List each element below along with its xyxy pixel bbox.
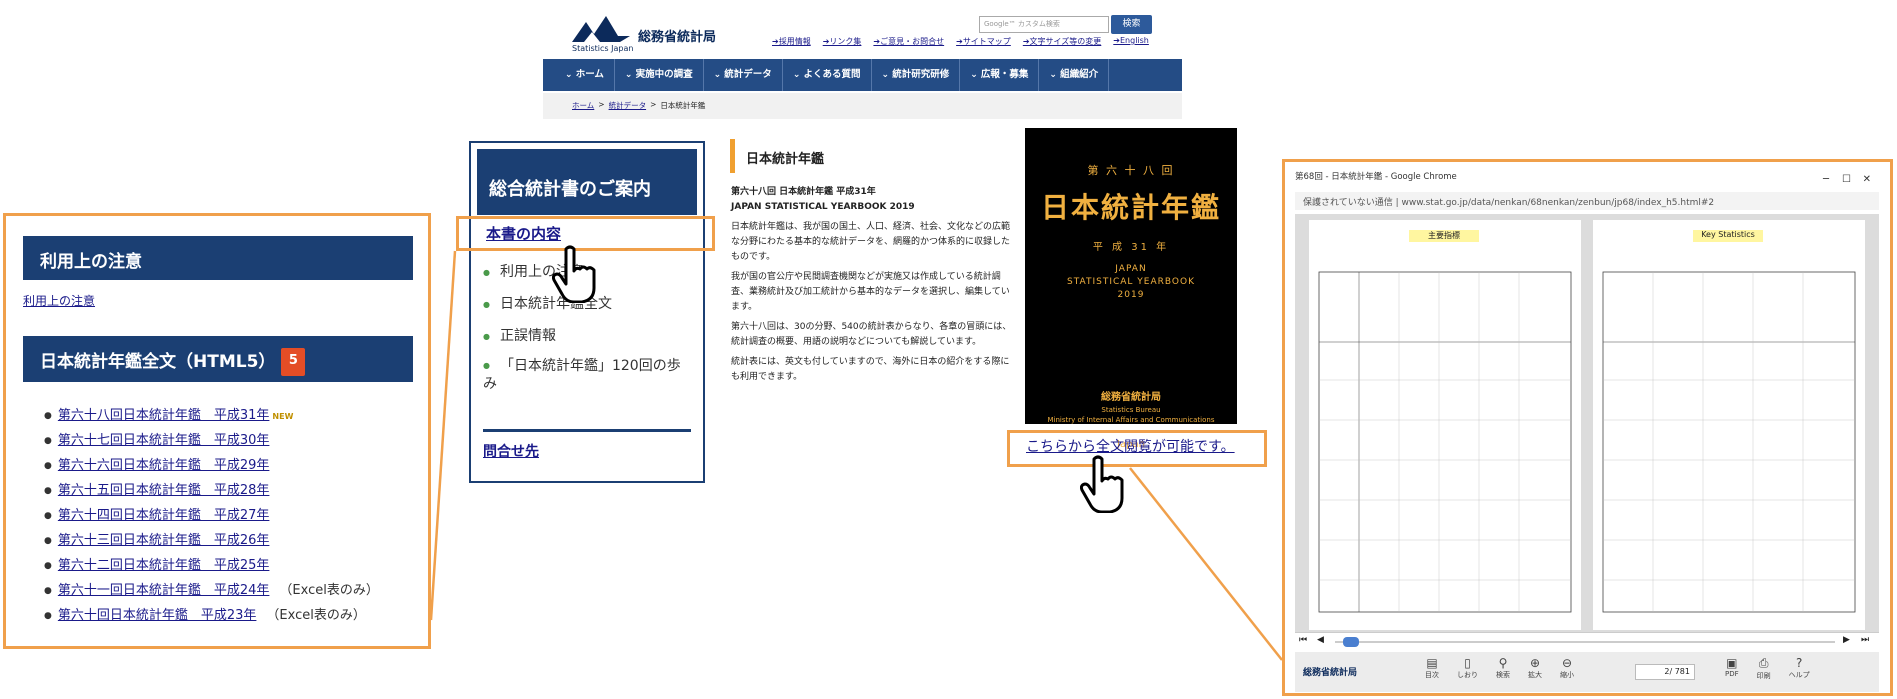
subtitle-jp: 第六十八回 日本統計年鑑 平成31年 [731,187,876,197]
logo-mark-icon [572,16,630,42]
page-title: 日本統計年鑑 [746,152,825,167]
viewer-logo: 総務省統計局 [1303,668,1358,678]
top-link-contact[interactable]: ➔ご意見・お問合せ [873,36,944,47]
new-badge: NEW [272,412,294,421]
list-item: 第六十七回日本統計年鑑 平成30年 [44,429,379,454]
list-item: 第六十二回日本統計年鑑 平成25年 [44,554,379,579]
zoom-panel-full-text: 利用上の注意 利用上の注意 日本統計年鑑全文（HTML5）5 第六十八回日本統計… [3,213,431,649]
nav-statistics-data[interactable]: 統計データ [704,59,783,91]
table-placeholder [1318,271,1572,613]
list-item: 第六十四回日本統計年鑑 平成27年 [44,504,379,529]
viewer-page-slider[interactable]: ⏮ ◀ ▶ ⏭ [1295,632,1879,650]
sidebar-item-history[interactable]: 「日本統計年鑑」120回の歩み [483,357,683,393]
notes-link[interactable]: 利用上の注意 [23,292,95,309]
viewer-document: 主要指標 Key Statistics [1295,214,1879,632]
html5-icon: 5 [281,348,306,376]
full-text-link[interactable]: こちらから全文閲覧が可能です。 [1026,436,1235,456]
nav-training[interactable]: 統計研究研修 [872,59,961,91]
print-button[interactable]: ⎙ 印刷 [1757,656,1771,681]
bookmark-button[interactable]: ▯ しおり [1457,656,1478,680]
list-item: 第六十回日本統計年鑑 平成23年（Excel表のみ） [44,604,379,629]
maximize-icon[interactable]: ☐ [1842,174,1851,185]
close-icon[interactable]: ✕ [1863,174,1871,185]
breadcrumb-data[interactable]: 統計データ [609,100,647,111]
sidebar: 総合統計書のご案内 利用上の注意 日本統計年鑑全文 正誤情報 「日本統計年鑑」1… [469,141,705,483]
top-link-english[interactable]: ➔English [1113,36,1149,47]
paragraph-4: 統計表には、英文も付していますので、海外に日本の紹介をする際にも利用できます。 [731,357,1010,382]
first-page-icon[interactable]: ⏮ [1299,635,1307,645]
paragraph-1: 日本統計年鑑は、我が国の国土、人口、経済、社会、文化などの広範な分野にわたる基本… [731,222,1011,262]
pdf-button[interactable]: ▣ PDF [1725,656,1739,681]
list-item: 第六十六回日本統計年鑑 平成29年 [44,454,379,479]
zoom-panel-viewer: 第68回 - 日本統計年鑑 - Google Chrome ─ ☐ ✕ 保護され… [1282,159,1893,696]
breadcrumb-home[interactable]: ホーム [572,100,594,111]
site-logo[interactable]: 総務省統計局 Statistics Japan [572,12,722,54]
paragraph-3: 第六十八回は、30の分野、540の統計表からなり、各章の冒頭には、統計調査の概要… [731,322,1012,347]
sidebar-contact-link[interactable]: 問合せ先 [483,441,539,461]
list-item: 第六十八回日本統計年鑑 平成31年NEW [44,404,379,429]
nav-faq[interactable]: よくある質問 [783,59,872,91]
next-page-icon[interactable]: ▶ [1843,635,1850,645]
table-placeholder [1602,271,1856,613]
hand-cursor-icon [552,245,596,303]
toc-link[interactable]: 本書の内容 [486,223,561,244]
notes-heading: 利用上の注意 [23,236,413,280]
nav-organization[interactable]: 組織紹介 [1039,59,1110,91]
edition-list: 第六十八回日本統計年鑑 平成31年NEW 第六十七回日本統計年鑑 平成30年 第… [44,404,379,629]
logo-text-en: Statistics Japan [572,44,634,53]
nav-pr[interactable]: 広報・募集 [960,59,1040,91]
search-input[interactable]: Google™ カスタム検索 [979,16,1109,33]
hand-cursor-icon [1080,455,1124,513]
breadcrumb: ホーム > 統計データ > 日本統計年鑑 [572,100,706,111]
list-item: 第六十三回日本統計年鑑 平成26年 [44,529,379,554]
list-item: 第六十一回日本統計年鑑 平成24年（Excel表のみ） [44,579,379,604]
top-links: ➔採用情報 ➔リンク集 ➔ご意見・お問合せ ➔サイトマップ ➔文字サイズ等の変更… [772,36,1149,47]
breadcrumb-current: 日本統計年鑑 [660,101,706,110]
cover-bureau: 総務省統計局 [1101,392,1161,403]
top-link-sitemap[interactable]: ➔サイトマップ [956,36,1011,47]
slider-handle[interactable] [1343,637,1359,647]
top-link-links[interactable]: ➔リンク集 [823,36,862,47]
yearbook-cover-image[interactable]: 第 六 十 八 回 日本統計年鑑 平 成 31 年 JAPAN STATISTIC… [1025,128,1237,450]
main-nav: ホーム 実施中の調査 統計データ よくある質問 統計研究研修 広報・募集 組織紹… [543,59,1182,91]
cover-edition: 第 六 十 八 回 [1087,164,1175,177]
full-text-heading: 日本統計年鑑全文（HTML5） 5 [23,336,413,382]
toc-button[interactable]: ▤ 目次 [1425,656,1439,680]
document-page-left: 主要指標 [1309,220,1581,630]
minimize-icon[interactable]: ─ [1823,174,1829,185]
zoom-in-button[interactable]: ⊕ 拡大 [1528,656,1542,680]
viewer-address-bar[interactable]: 保護されていない通信 | www.stat.go.jp/data/nenkan/… [1295,192,1879,210]
sidebar-divider [483,429,691,432]
last-page-icon[interactable]: ⏭ [1861,635,1869,645]
document-page-right: Key Statistics [1593,220,1865,630]
nav-surveys[interactable]: 実施中の調査 [615,59,704,91]
search-tool-button[interactable]: ⚲ 検索 [1496,656,1510,680]
cover-year: 平 成 31 年 [1092,242,1170,253]
top-link-recruit[interactable]: ➔採用情報 [772,36,811,47]
help-button[interactable]: ? ヘルプ [1789,656,1810,681]
viewer-window-title: 第68回 - 日本統計年鑑 - Google Chrome ─ ☐ ✕ [1295,170,1879,190]
cover-en: JAPAN STATISTICAL YEARBOOK 2019 [1067,264,1195,300]
search-button[interactable]: 検索 [1111,15,1152,34]
cover-title: 日本統計年鑑 [1040,191,1221,224]
list-item: 第六十五回日本統計年鑑 平成28年 [44,479,379,504]
sidebar-item-errata[interactable]: 正誤情報 [483,325,556,345]
zoom-out-button[interactable]: ⊖ 縮小 [1560,656,1574,680]
viewer-toolbar: 総務省統計局 ▤ 目次 ▯ しおり ⚲ 検索 ⊕ 拡大 ⊖ 縮小 2/ 781 ▣ PDF … [1295,652,1879,692]
page-number-input[interactable]: 2/ 781 [1635,664,1695,680]
description: 第六十八回 日本統計年鑑 平成31年 JAPAN STATISTICAL YEAR… [731,185,1013,390]
title-accent-bar [730,139,735,173]
prev-page-icon[interactable]: ◀ [1317,635,1324,645]
sidebar-heading: 総合統計書のご案内 [477,149,697,215]
subtitle-en: JAPAN STATISTICAL YEARBOOK 2019 [731,202,915,212]
paragraph-2: 我が国の官公庁や民間調査機関などが実施又は作成している統計調査、業務統計及び加工… [731,272,1010,312]
nav-home[interactable]: ホーム [555,59,615,91]
logo-text: 総務省統計局 [638,30,717,45]
top-link-font-size[interactable]: ➔文字サイズ等の変更 [1023,36,1101,47]
cover-bureau-en: Statistics Bureau Ministry of Internal Af… [1047,406,1215,424]
